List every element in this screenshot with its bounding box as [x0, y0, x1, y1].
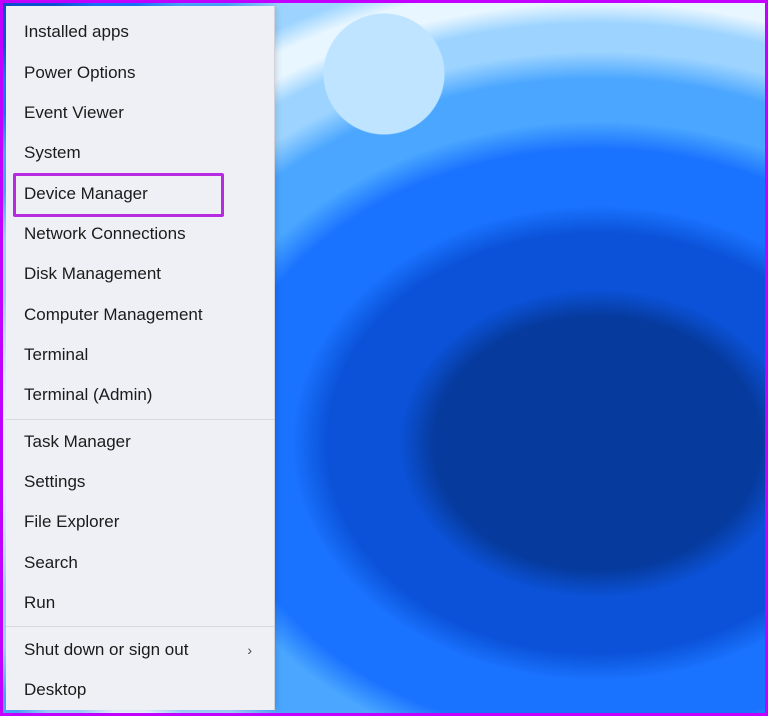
power-user-menu: Installed apps Power Options Event Viewe…: [6, 6, 275, 710]
menu-item-network-connections[interactable]: Network Connections: [6, 214, 274, 254]
menu-label: File Explorer: [24, 512, 119, 532]
menu-label: Event Viewer: [24, 103, 124, 123]
menu-item-power-options[interactable]: Power Options: [6, 52, 274, 92]
menu-item-terminal-admin[interactable]: Terminal (Admin): [6, 375, 274, 415]
menu-item-run[interactable]: Run: [6, 583, 274, 623]
menu-label: Shut down or sign out: [24, 640, 188, 660]
chevron-right-icon: ›: [247, 642, 252, 658]
menu-item-disk-management[interactable]: Disk Management: [6, 254, 274, 294]
menu-separator: [6, 419, 274, 420]
menu-item-installed-apps[interactable]: Installed apps: [6, 12, 274, 52]
menu-label: Terminal (Admin): [24, 385, 152, 405]
menu-item-computer-management[interactable]: Computer Management: [6, 295, 274, 335]
menu-label: Task Manager: [24, 432, 131, 452]
menu-item-terminal[interactable]: Terminal: [6, 335, 274, 375]
menu-label: System: [24, 143, 81, 163]
menu-item-shutdown[interactable]: Shut down or sign out ›: [6, 629, 274, 669]
menu-item-task-manager[interactable]: Task Manager: [6, 422, 274, 462]
menu-item-event-viewer[interactable]: Event Viewer: [6, 93, 274, 133]
menu-item-system[interactable]: System: [6, 133, 274, 173]
menu-label: Settings: [24, 472, 85, 492]
menu-item-settings[interactable]: Settings: [6, 462, 274, 502]
menu-label: Desktop: [24, 680, 86, 700]
menu-separator: [6, 626, 274, 627]
menu-label: Search: [24, 553, 78, 573]
screenshot-frame: Installed apps Power Options Event Viewe…: [0, 0, 768, 716]
menu-item-desktop[interactable]: Desktop: [6, 670, 274, 710]
menu-item-file-explorer[interactable]: File Explorer: [6, 502, 274, 542]
menu-label: Installed apps: [24, 22, 129, 42]
menu-item-search[interactable]: Search: [6, 543, 274, 583]
menu-label: Disk Management: [24, 264, 161, 284]
menu-label: Terminal: [24, 345, 88, 365]
menu-item-device-manager[interactable]: Device Manager: [6, 173, 274, 213]
menu-label: Device Manager: [24, 184, 148, 204]
menu-label: Power Options: [24, 63, 136, 83]
menu-label: Network Connections: [24, 224, 186, 244]
menu-label: Run: [24, 593, 55, 613]
menu-label: Computer Management: [24, 305, 203, 325]
